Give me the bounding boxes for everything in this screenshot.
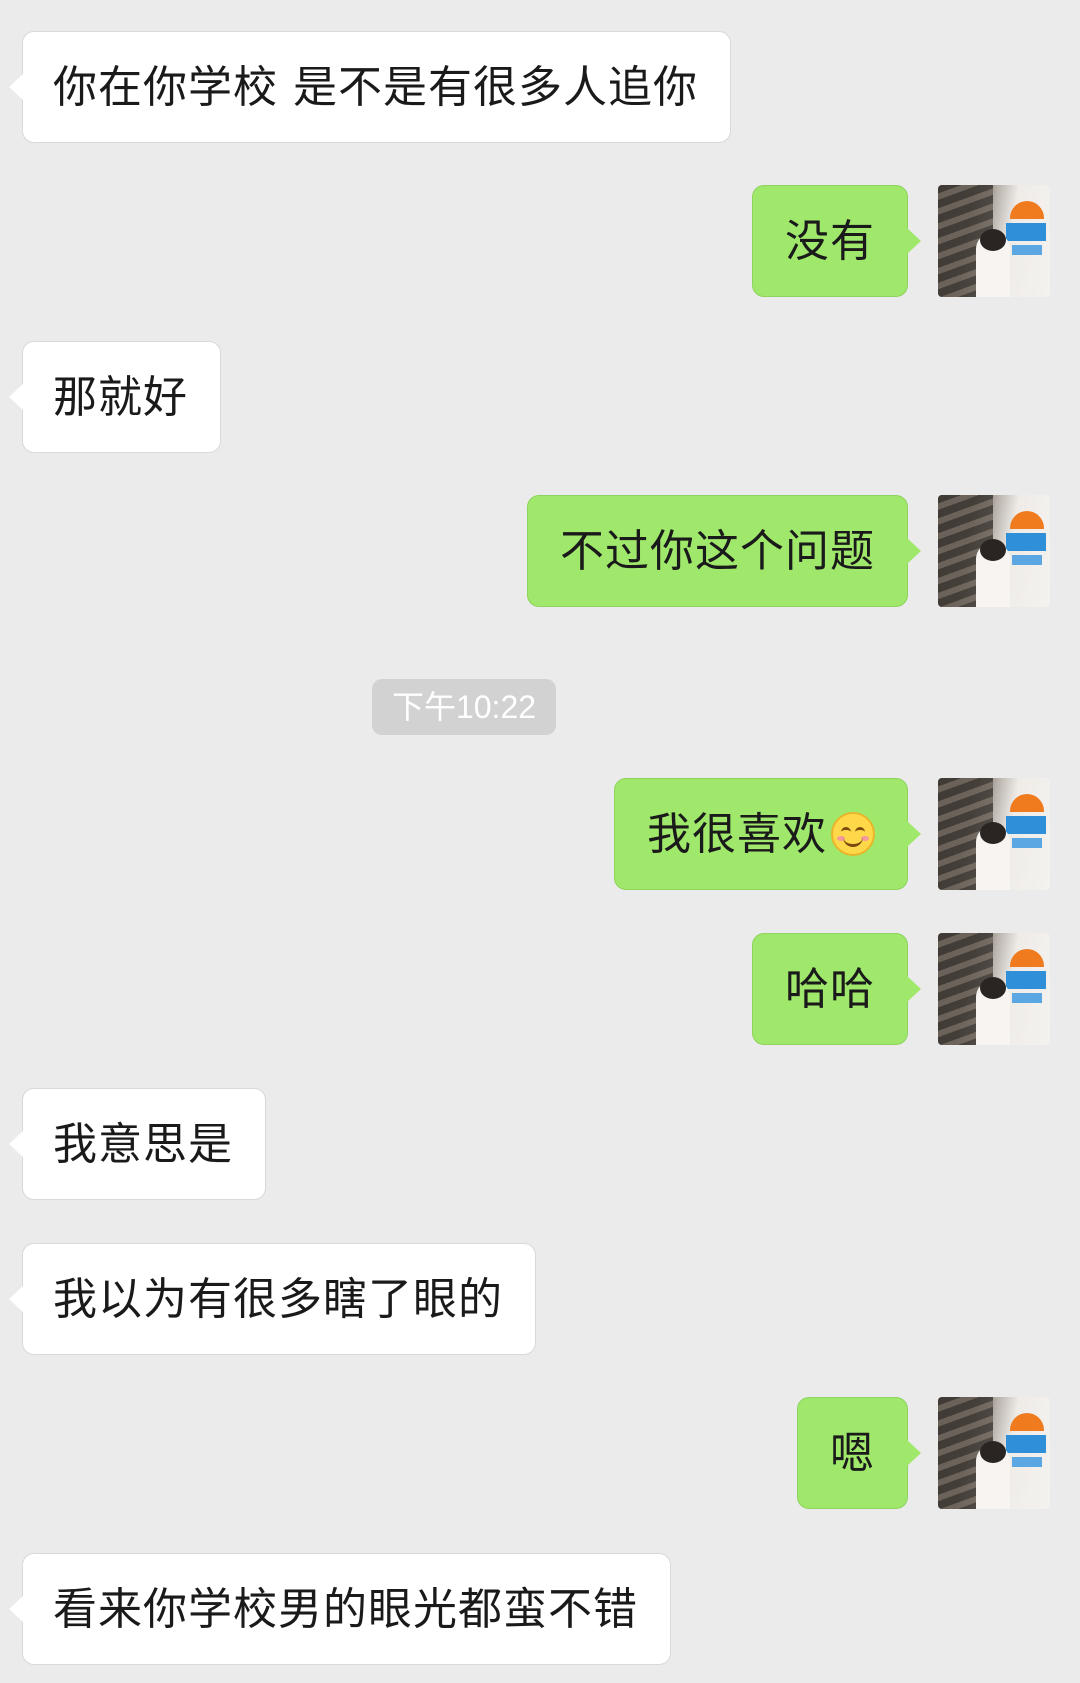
message-text: 你在你学校 是不是有很多人追你 <box>53 62 698 113</box>
user-avatar[interactable] <box>938 495 1050 607</box>
outgoing-message-bubble[interactable]: 没有 <box>752 185 921 297</box>
incoming-message-bubble[interactable]: 你在你学校 是不是有很多人追你 <box>9 31 731 143</box>
user-avatar[interactable] <box>938 778 1050 890</box>
outgoing-message-bubble[interactable]: 不过你这个问题 <box>527 495 921 607</box>
user-avatar[interactable] <box>938 185 1050 297</box>
user-avatar[interactable] <box>938 933 1050 1045</box>
user-avatar[interactable] <box>938 1397 1050 1509</box>
message-text: 嗯 <box>830 1428 875 1479</box>
incoming-message-bubble[interactable]: 那就好 <box>9 341 221 453</box>
smile-emoji-icon <box>831 812 875 856</box>
message-text: 那就好 <box>53 372 188 423</box>
message-text: 我很喜欢 <box>647 809 827 860</box>
incoming-message-bubble[interactable]: 看来你学校男的眼光都蛮不错 <box>9 1553 671 1665</box>
message-text: 哈哈 <box>785 964 875 1015</box>
message-text: 我以为有很多瞎了眼的 <box>53 1274 503 1325</box>
incoming-message-bubble[interactable]: 我意思是 <box>9 1088 266 1200</box>
outgoing-message-bubble[interactable]: 哈哈 <box>752 933 921 1045</box>
message-text: 我意思是 <box>53 1119 233 1170</box>
outgoing-message-bubble[interactable]: 嗯 <box>797 1397 921 1509</box>
timestamp-label: 下午10:22 <box>372 679 556 735</box>
message-text: 没有 <box>785 216 875 267</box>
incoming-message-bubble[interactable]: 我以为有很多瞎了眼的 <box>9 1243 536 1355</box>
chat-conversation: 你在你学校 是不是有很多人追你 没有 那就好 不过你这个问题 下午10:22 我… <box>0 0 1080 1683</box>
outgoing-message-bubble[interactable]: 我很喜欢 <box>614 778 921 890</box>
message-text: 看来你学校男的眼光都蛮不错 <box>53 1584 638 1635</box>
message-text: 不过你这个问题 <box>560 526 875 577</box>
